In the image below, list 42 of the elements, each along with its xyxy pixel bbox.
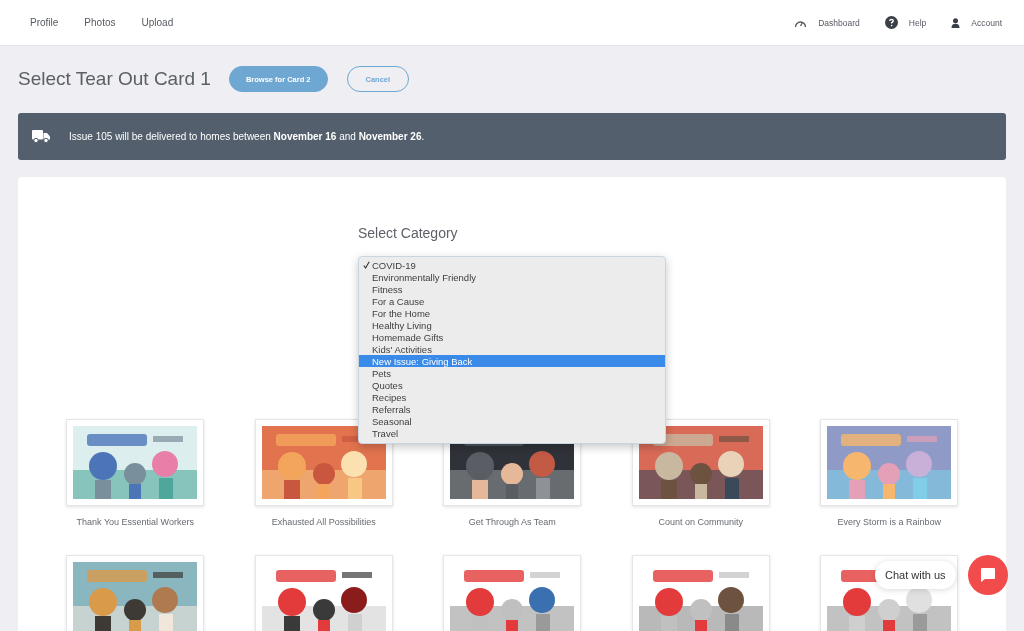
nav-link[interactable]: Dashboard xyxy=(818,17,860,28)
category-option[interactable]: Referrals xyxy=(359,403,665,415)
category-option[interactable]: For a Cause xyxy=(359,295,665,307)
nav-link[interactable]: Upload xyxy=(141,17,174,28)
card-title: Thank You Essential Workers xyxy=(76,517,194,527)
category-option[interactable]: Homemade Gifts xyxy=(359,331,665,343)
truck-icon xyxy=(32,130,50,143)
category-option[interactable]: Healthy Living xyxy=(359,319,665,331)
category-option[interactable]: Seasonal xyxy=(359,415,665,427)
card-thumbnail[interactable] xyxy=(443,555,582,631)
category-dropdown[interactable]: COVID-19 Environmentally Friendly Fitness For a Cause For the Home Healthy Living Homemade Gifts Kids' Activities New Issue: Giving Back Pets Quotes Recipes Referrals Seasonal Travel xyxy=(358,256,666,444)
category-option[interactable]: Fitness xyxy=(359,283,665,295)
card-title: Every Storm is a Rainbow xyxy=(837,517,941,527)
category-option[interactable]: Kids' Activities xyxy=(359,343,665,355)
category-option[interactable]: Pets xyxy=(359,367,665,379)
category-option[interactable]: Environmentally Friendly xyxy=(359,271,665,283)
nav-link[interactable]: Help xyxy=(908,17,927,28)
card-title: Get Through As Team xyxy=(468,517,556,527)
category-option[interactable]: Quotes xyxy=(359,379,665,391)
chat-prompt[interactable]: Chat with us xyxy=(875,561,956,589)
nav-link[interactable]: Account xyxy=(971,17,1002,28)
card-thumbnail[interactable] xyxy=(820,419,959,506)
card-thumbnail[interactable] xyxy=(631,419,770,506)
card-title: Exhausted All Possibilities xyxy=(271,517,376,527)
page-title: Select Tear Out Card 1 xyxy=(18,68,211,90)
card-title: Count on Community xyxy=(658,517,743,527)
user-icon xyxy=(951,17,961,28)
card-thumbnail[interactable] xyxy=(66,555,205,631)
chat-icon xyxy=(980,567,996,583)
nav-link[interactable]: Profile xyxy=(30,17,59,28)
card-thumbnail[interactable] xyxy=(254,555,393,631)
card-thumbnail[interactable] xyxy=(66,419,205,506)
card-thumbnail[interactable] xyxy=(631,555,770,631)
section-heading: Select Category xyxy=(358,224,459,241)
delivery-message: Issue 105 will be delivered to homes between November 16 and November 26. xyxy=(69,131,425,142)
category-option[interactable]: Recipes xyxy=(359,391,665,403)
category-option[interactable]: For the Home xyxy=(359,307,665,319)
category-option[interactable]: Travel xyxy=(359,427,665,439)
nav-link[interactable]: Photos xyxy=(84,17,116,28)
category-option[interactable]: COVID-19 xyxy=(359,259,665,271)
help-icon xyxy=(884,16,898,29)
category-option[interactable]: New Issue: Giving Back xyxy=(359,355,665,367)
